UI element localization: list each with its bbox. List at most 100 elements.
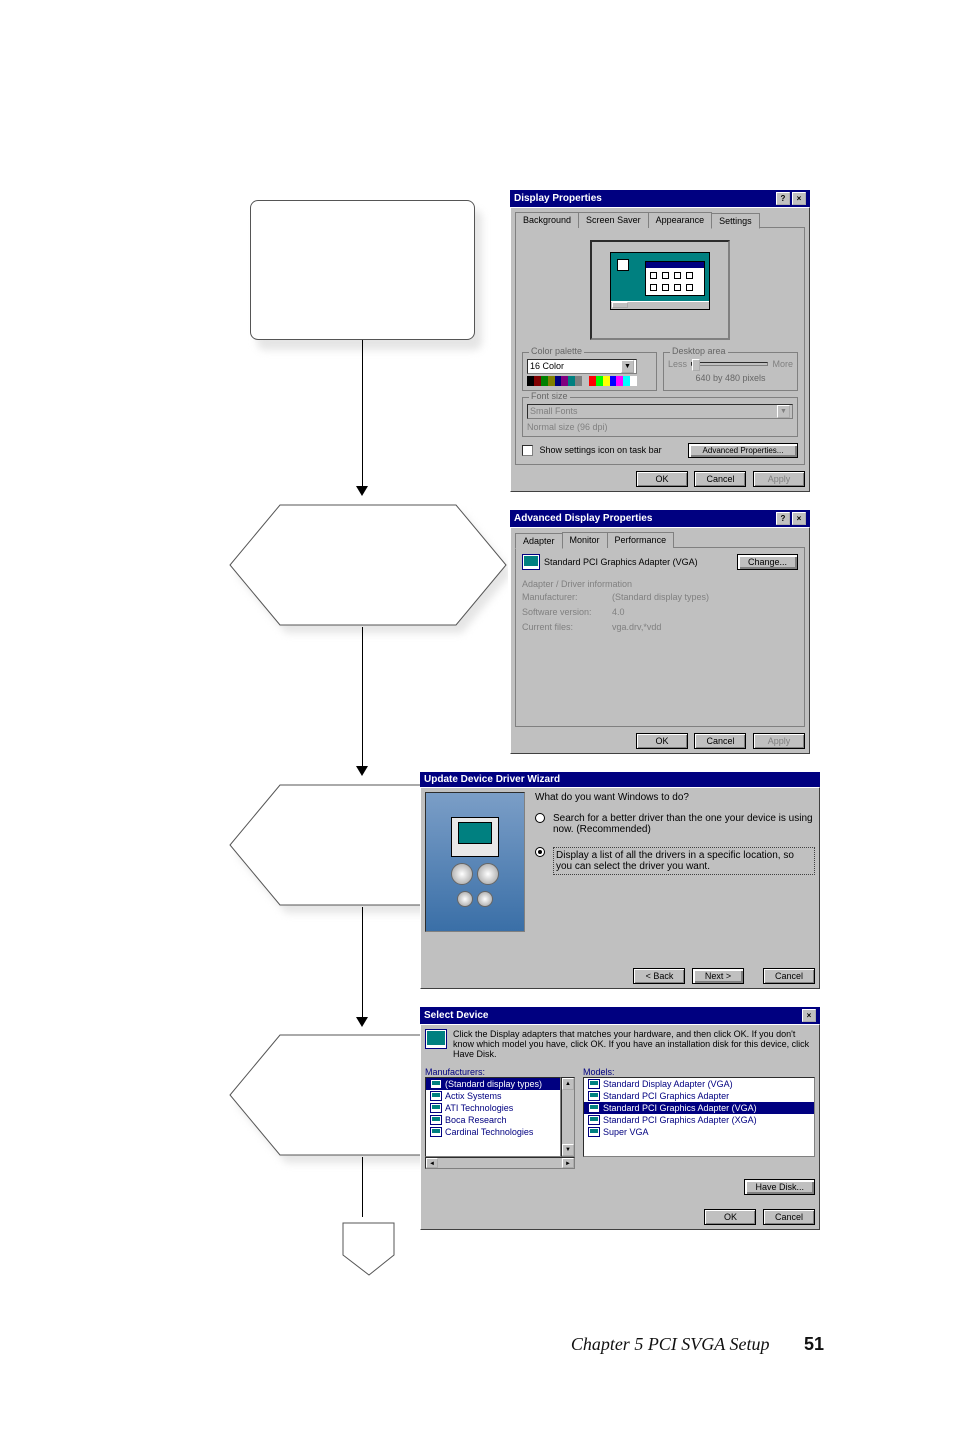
- font-size-label: Font size: [529, 391, 570, 401]
- dialog-title: Display Properties: [514, 193, 602, 204]
- start-icon: [612, 302, 628, 308]
- radio-display-list[interactable]: [535, 847, 545, 857]
- scrollbar-h[interactable]: ◄ ►: [425, 1157, 575, 1169]
- preview-monitor: [590, 240, 730, 340]
- info-header: Adapter / Driver information: [522, 578, 798, 591]
- list-item[interactable]: ATI Technologies: [426, 1102, 560, 1114]
- ok-button[interactable]: OK: [636, 471, 688, 487]
- color-bar: [527, 376, 637, 386]
- help-icon[interactable]: ?: [776, 512, 790, 525]
- desktop-area-label: Desktop area: [670, 346, 728, 356]
- radio-search[interactable]: [535, 813, 545, 823]
- adapter-name: Standard PCI Graphics Adapter (VGA): [544, 557, 698, 567]
- scroll-up-icon[interactable]: ▲: [562, 1078, 574, 1090]
- display-icon: [588, 1103, 600, 1113]
- update-driver-wizard: Update Device Driver Wizard: [420, 772, 820, 989]
- scroll-left-icon[interactable]: ◄: [426, 1158, 438, 1168]
- display-icon: [425, 1029, 447, 1049]
- display-icon: [588, 1127, 600, 1137]
- display-icon: [588, 1091, 600, 1101]
- scrollbar[interactable]: ▲ ▼: [561, 1077, 575, 1157]
- color-palette-select[interactable]: 16 Color ▼: [527, 359, 637, 374]
- chevron-down-icon: ▼: [777, 405, 790, 418]
- list-item[interactable]: (Standard display types): [426, 1078, 560, 1090]
- advanced-properties-button[interactable]: Advanced Properties...: [688, 443, 798, 458]
- color-palette-label: Color palette: [529, 346, 584, 356]
- instructions: Click the Display adapters that matches …: [453, 1029, 815, 1059]
- models-label: Models:: [583, 1067, 815, 1077]
- page-number: 51: [804, 1334, 824, 1354]
- select-device-dialog: Select Device × Click the Display adapte…: [420, 1007, 820, 1230]
- tab-background[interactable]: Background: [515, 212, 579, 228]
- scroll-right-icon[interactable]: ►: [562, 1158, 574, 1168]
- chapter-title: Chapter 5 PCI SVGA Setup: [571, 1334, 770, 1354]
- resolution-slider[interactable]: [691, 362, 768, 366]
- list-item[interactable]: Cardinal Technologies: [426, 1126, 560, 1138]
- list-item[interactable]: Standard PCI Graphics Adapter (XGA): [584, 1114, 814, 1126]
- cancel-button[interactable]: Cancel: [763, 1209, 815, 1225]
- close-icon[interactable]: ×: [792, 512, 806, 525]
- cd-icon: [477, 891, 493, 907]
- resolution-value: 640 by 480 pixels: [668, 373, 793, 383]
- have-disk-button[interactable]: Have Disk...: [744, 1179, 815, 1195]
- list-item[interactable]: Standard Display Adapter (VGA): [584, 1078, 814, 1090]
- wizard-image: [425, 792, 525, 932]
- dialog-title: Update Device Driver Wizard: [424, 774, 560, 785]
- cd-icon: [457, 891, 473, 907]
- list-item[interactable]: Boca Research: [426, 1114, 560, 1126]
- display-icon: [430, 1127, 442, 1137]
- display-icon: [430, 1115, 442, 1125]
- flow-offpage: [340, 1220, 400, 1280]
- list-item[interactable]: Super VGA: [584, 1126, 814, 1138]
- tab-settings[interactable]: Settings: [711, 213, 760, 229]
- scroll-down-icon[interactable]: ▼: [562, 1144, 574, 1156]
- models-list[interactable]: Standard Display Adapter (VGA)Standard P…: [583, 1077, 815, 1157]
- tab-appearance[interactable]: Appearance: [648, 212, 713, 228]
- cd-icon: [451, 863, 473, 885]
- adapter-icon: [522, 554, 540, 570]
- display-icon: [430, 1091, 442, 1101]
- show-icon-checkbox[interactable]: [522, 445, 533, 456]
- list-item[interactable]: Actix Systems: [426, 1090, 560, 1102]
- dialog-title: Advanced Display Properties: [514, 513, 652, 524]
- cancel-button[interactable]: Cancel: [694, 471, 746, 487]
- manufacturers-label: Manufacturers:: [425, 1067, 575, 1077]
- cancel-button[interactable]: Cancel: [694, 733, 746, 749]
- tabs: Background Screen Saver Appearance Setti…: [515, 212, 805, 228]
- tab-adapter[interactable]: Adapter: [515, 533, 563, 549]
- ok-button[interactable]: OK: [636, 733, 688, 749]
- apply-button: Apply: [753, 471, 805, 487]
- titlebar: Display Properties ? ×: [510, 190, 810, 207]
- close-icon[interactable]: ×: [792, 192, 806, 205]
- flow-decision-1: [228, 495, 508, 655]
- tab-performance[interactable]: Performance: [607, 532, 675, 548]
- list-item[interactable]: Standard PCI Graphics Adapter: [584, 1090, 814, 1102]
- cancel-button[interactable]: Cancel: [763, 968, 815, 984]
- computer-icon: [451, 817, 499, 857]
- help-icon[interactable]: ?: [776, 192, 790, 205]
- close-icon[interactable]: ×: [802, 1009, 816, 1022]
- cd-icon: [477, 863, 499, 885]
- chevron-down-icon[interactable]: ▼: [621, 360, 634, 373]
- dialog-title: Select Device: [424, 1010, 489, 1021]
- advanced-display-dialog: Advanced Display Properties ? × Adapter …: [510, 510, 810, 754]
- display-icon: [430, 1079, 442, 1089]
- page-footer: Chapter 5 PCI SVGA Setup 51: [0, 1334, 954, 1355]
- display-icon: [588, 1079, 600, 1089]
- font-size-select: Small Fonts ▼: [527, 404, 793, 419]
- apply-button: Apply: [753, 733, 805, 749]
- ok-button[interactable]: OK: [704, 1209, 756, 1225]
- display-icon: [588, 1115, 600, 1125]
- back-button[interactable]: < Back: [633, 968, 685, 984]
- display-properties-dialog: Display Properties ? × Background Screen…: [510, 190, 810, 492]
- manufacturers-list[interactable]: (Standard display types)Actix SystemsATI…: [425, 1077, 561, 1157]
- flow-step-1: [250, 200, 475, 340]
- tab-screensaver[interactable]: Screen Saver: [578, 212, 649, 228]
- wizard-prompt: What do you want Windows to do?: [535, 792, 815, 803]
- font-size-note: Normal size (96 dpi): [527, 422, 793, 432]
- change-button[interactable]: Change...: [737, 554, 798, 570]
- next-button[interactable]: Next >: [692, 968, 744, 984]
- display-icon: [430, 1103, 442, 1113]
- list-item[interactable]: Standard PCI Graphics Adapter (VGA): [584, 1102, 814, 1114]
- tab-monitor[interactable]: Monitor: [562, 532, 608, 548]
